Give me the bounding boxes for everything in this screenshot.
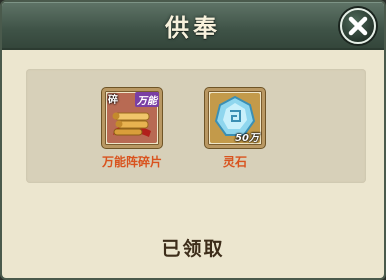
item-frame: 碎 万能	[102, 88, 162, 148]
claimed-status: 已领取	[161, 238, 225, 260]
close-icon	[348, 16, 368, 36]
item-name: 灵石	[222, 155, 247, 169]
universal-tag: 万能	[135, 92, 159, 107]
item-frame: 50万	[205, 88, 265, 148]
quantity-label: 50万	[235, 133, 259, 144]
close-button[interactable]	[340, 8, 376, 44]
fragment-tag: 碎	[108, 95, 118, 106]
offering-dialog: 供奉 碎 万能 万能阵碎片 50万 灵石 已领取	[0, 0, 386, 280]
reward-item-spirit-stone[interactable]: 50万 灵石	[195, 88, 275, 170]
title-bar: 供奉	[2, 2, 384, 50]
reward-item-universal-array-fragment[interactable]: 碎 万能 万能阵碎片	[92, 88, 172, 170]
item-name: 万能阵碎片	[101, 155, 162, 169]
dialog-title: 供奉	[165, 13, 221, 42]
